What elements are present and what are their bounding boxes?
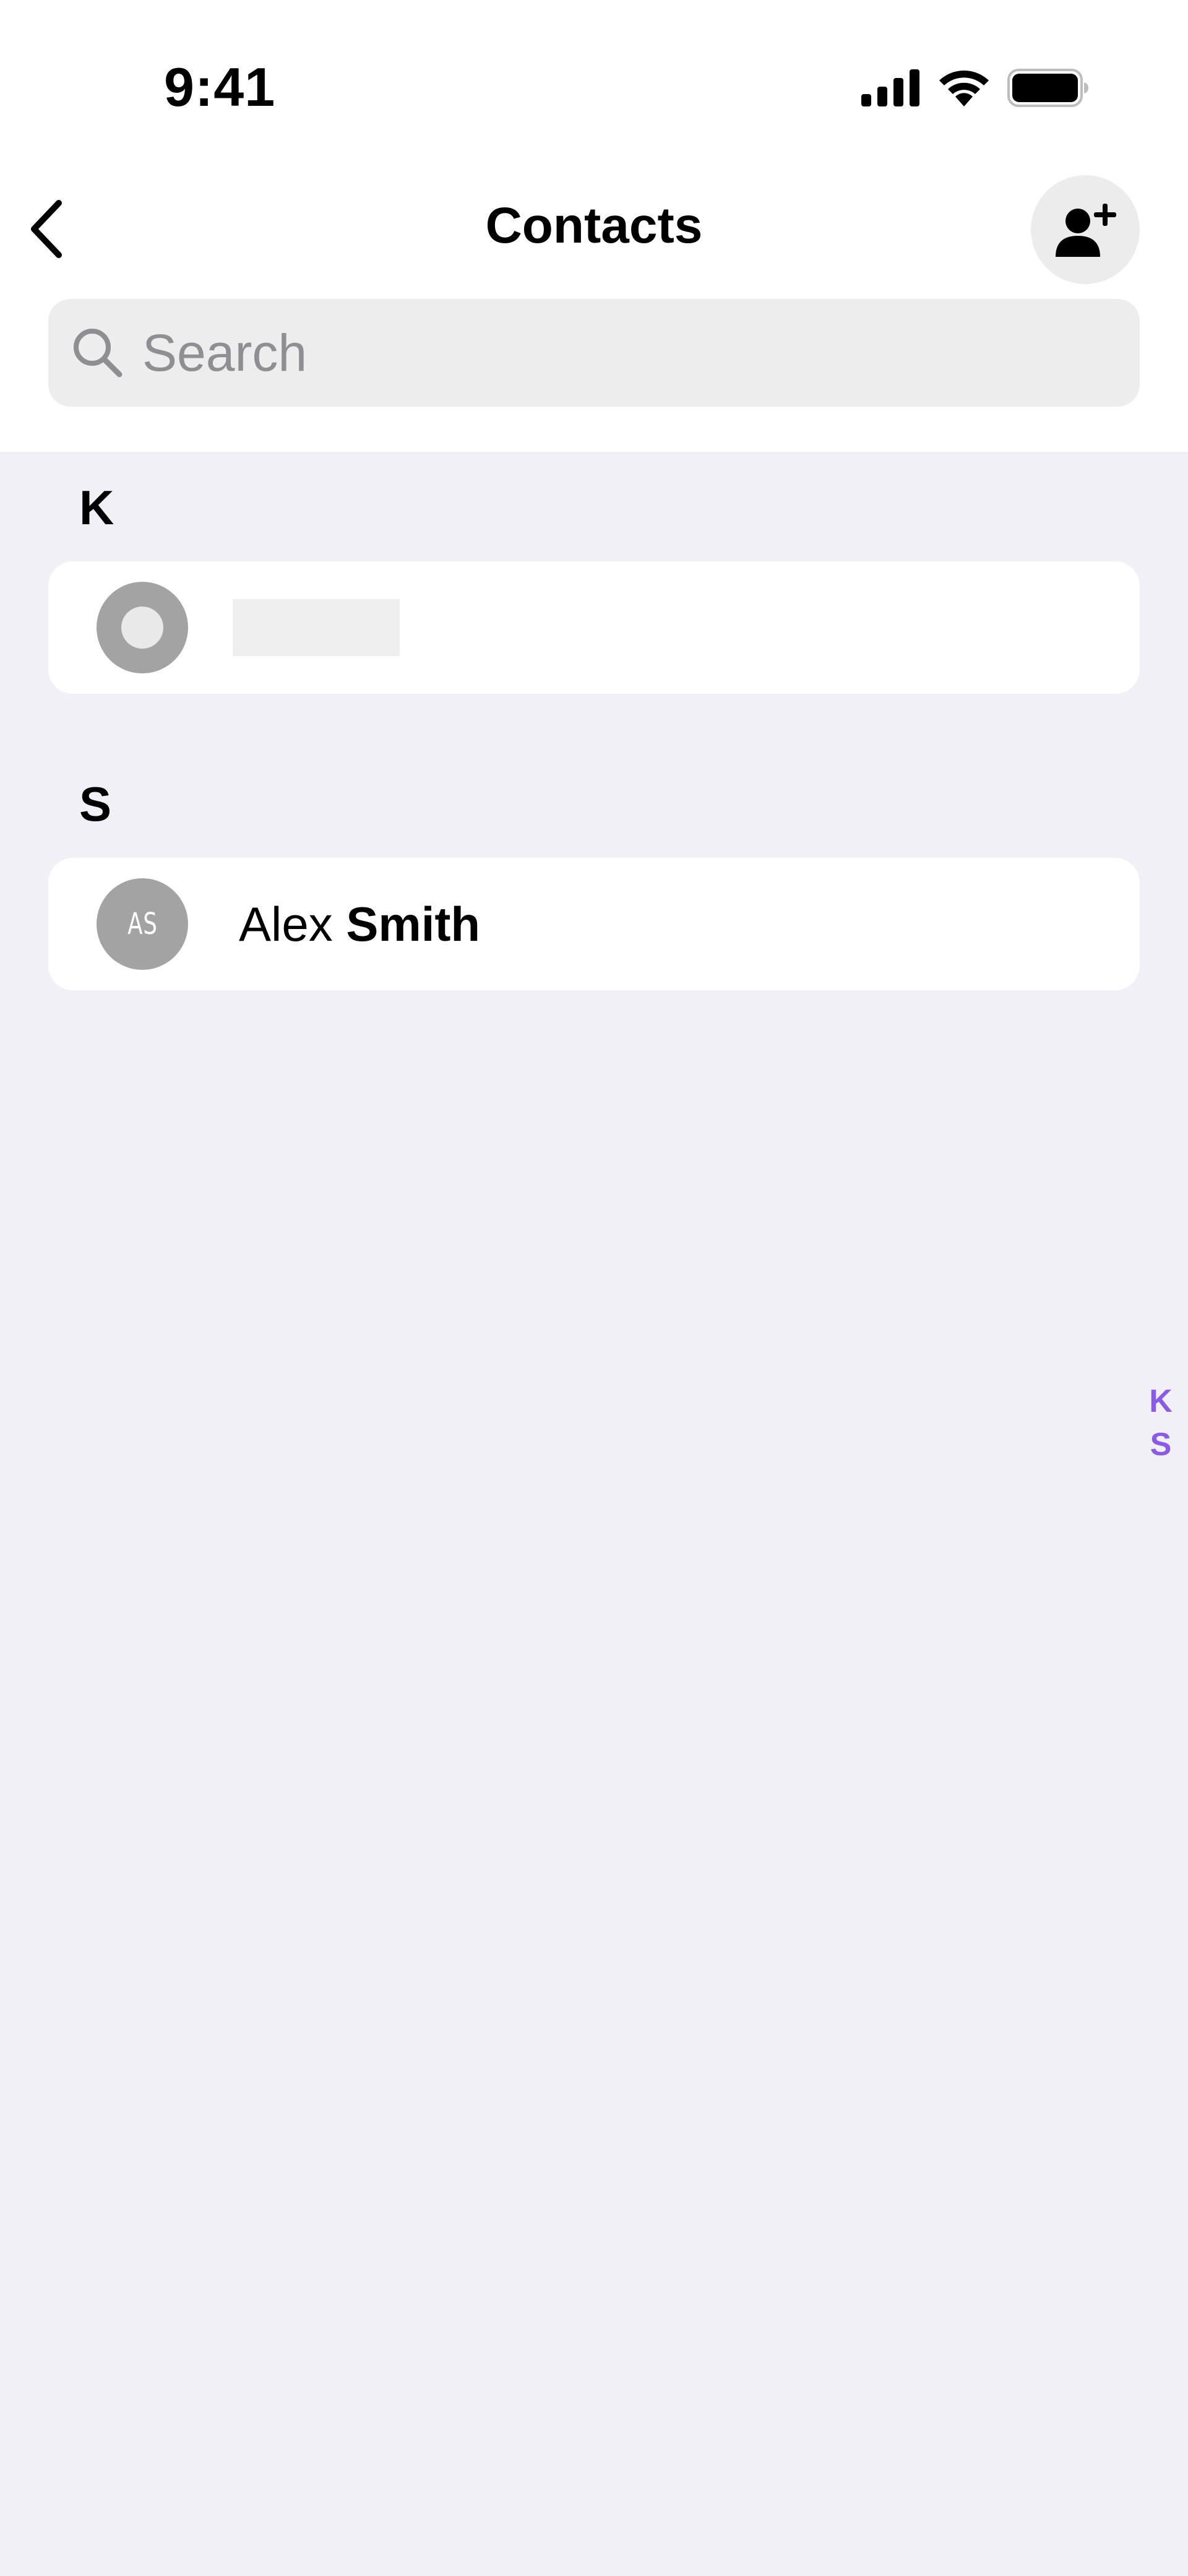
avatar (97, 582, 188, 673)
status-icons (861, 68, 1089, 108)
index-letter-k[interactable]: K (1149, 1380, 1173, 1422)
avatar-initials: AS (127, 907, 158, 941)
avatar: AS (97, 878, 188, 970)
contact-row[interactable]: AS Alex Smith (48, 858, 1140, 990)
index-letter-s[interactable]: S (1150, 1424, 1172, 1466)
cellular-signal-icon (861, 69, 921, 106)
section-index[interactable]: K S (1142, 1380, 1179, 1466)
search-input[interactable] (141, 315, 1072, 391)
search-icon (69, 324, 126, 381)
section-header-k: K (79, 480, 114, 535)
add-contact-button[interactable] (1031, 175, 1140, 284)
search-bar[interactable] (48, 299, 1140, 407)
contact-first-name: Alex (239, 896, 333, 951)
contact-row[interactable] (48, 561, 1140, 694)
section-header-s: S (79, 777, 112, 831)
contact-name: Alex Smith (239, 896, 480, 953)
contact-last-name: Smith (346, 896, 481, 951)
contact-name-placeholder (233, 599, 400, 656)
avatar-placeholder (121, 607, 163, 649)
battery-icon (1007, 69, 1089, 107)
page-title: Contacts (485, 197, 703, 254)
header-area: 9:41 Contacts Search (0, 0, 1188, 452)
wifi-icon (937, 68, 991, 108)
person-add-icon (1056, 204, 1116, 257)
status-time: 9:41 (164, 56, 276, 118)
